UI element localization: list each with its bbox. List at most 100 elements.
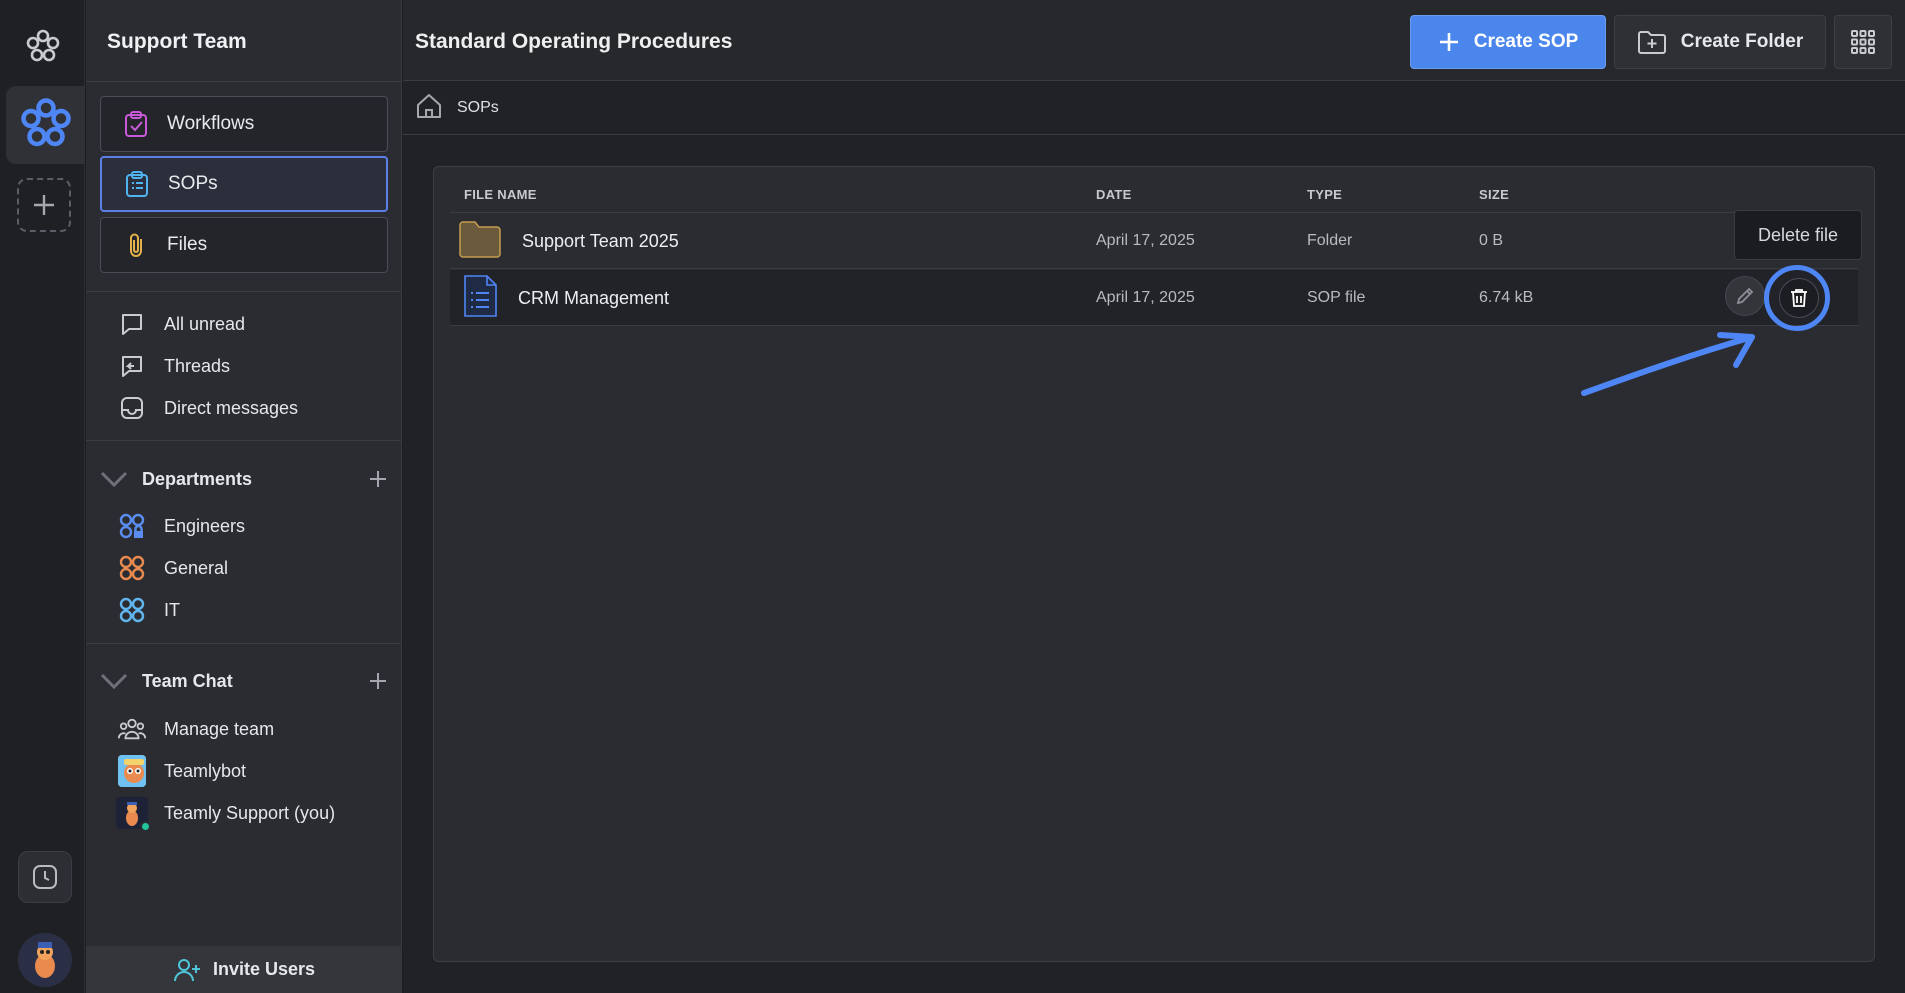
item-label: Teamly Support (you) xyxy=(164,802,336,823)
workspace-logo-icon xyxy=(19,96,73,155)
file-name-cell: Support Team 2025 xyxy=(458,213,679,269)
chevron-down-icon[interactable] xyxy=(98,669,130,693)
file-size: 0 B xyxy=(1479,232,1504,249)
divider xyxy=(86,440,402,441)
item-label: Manage team xyxy=(164,718,275,739)
item-label: All unread xyxy=(164,313,246,334)
workspace-support-team[interactable] xyxy=(6,86,85,164)
chat-manage-team[interactable]: Manage team xyxy=(118,713,274,745)
pencil-icon xyxy=(1736,287,1754,305)
file-date: April 17, 2025 xyxy=(1096,232,1195,249)
column-header-date[interactable]: DATE xyxy=(1096,187,1132,202)
nav-sops[interactable]: SOPs xyxy=(100,156,388,212)
inbox-threads[interactable]: Threads xyxy=(118,350,230,382)
page-title: Standard Operating Procedures xyxy=(415,30,733,53)
section-title: Departments xyxy=(142,468,253,489)
item-label: General xyxy=(164,557,229,578)
department-it[interactable]: IT xyxy=(118,594,180,626)
nav-label: SOPs xyxy=(168,173,218,194)
page-header: Standard Operating Procedures Create SOP… xyxy=(403,0,1905,81)
nav-workflows[interactable]: Workflows xyxy=(100,96,388,152)
department-engineers[interactable]: Engineers xyxy=(118,510,245,542)
workspace-rail xyxy=(0,0,85,993)
breadcrumb-current[interactable]: SOPs xyxy=(457,99,499,117)
chevron-down-icon[interactable] xyxy=(98,467,130,491)
plus-icon xyxy=(370,673,386,689)
inbox-direct-messages[interactable]: Direct messages xyxy=(118,392,298,424)
online-status-dot xyxy=(140,821,151,832)
file-type: Folder xyxy=(1307,232,1353,249)
history-button[interactable] xyxy=(18,851,72,903)
divider xyxy=(86,81,402,82)
nav-files[interactable]: Files xyxy=(100,217,388,273)
annotation-arrow xyxy=(1581,332,1755,396)
edit-file-button[interactable] xyxy=(1725,276,1765,316)
invite-users-button[interactable]: Invite Users xyxy=(86,946,402,993)
folder-plus-icon xyxy=(1637,31,1666,54)
create-folder-button[interactable]: Create Folder xyxy=(1614,15,1826,69)
file-date: April 17, 2025 xyxy=(1096,289,1195,306)
add-chat-button[interactable] xyxy=(366,669,390,693)
item-label: Direct messages xyxy=(164,397,299,418)
file-name-cell: CRM Management xyxy=(458,270,669,326)
departments-section-header[interactable]: Departments xyxy=(98,463,390,495)
file-type: SOP file xyxy=(1307,289,1366,306)
column-header-type[interactable]: TYPE xyxy=(1307,187,1342,202)
chat-self[interactable]: Teamly Support (you) xyxy=(116,797,336,832)
team-name: Support Team xyxy=(107,30,247,53)
clipboard-check-icon xyxy=(123,111,149,137)
inbox-icon xyxy=(118,394,146,422)
create-sop-button[interactable]: Create SOP xyxy=(1410,15,1606,69)
team-icon xyxy=(118,715,146,743)
paperclip-icon xyxy=(123,232,149,258)
bot-avatar xyxy=(118,755,146,787)
department-general[interactable]: General xyxy=(118,552,228,584)
file-name: CRM Management xyxy=(518,287,670,308)
grid-view-button[interactable] xyxy=(1834,15,1892,69)
add-workspace-button[interactable] xyxy=(17,178,71,232)
grid-icon xyxy=(1851,30,1875,54)
breadcrumb: SOPs xyxy=(403,82,1905,135)
file-name: Support Team 2025 xyxy=(522,230,679,251)
plus-icon xyxy=(370,471,386,487)
file-size: 6.74 kB xyxy=(1479,289,1534,306)
files-table: FILE NAME DATE TYPE SIZE Support Team 20… xyxy=(433,166,1875,962)
department-icon xyxy=(118,596,146,624)
delete-file-tooltip: Delete file xyxy=(1734,210,1862,260)
item-label: Threads xyxy=(164,355,231,376)
main-content: Standard Operating Procedures Create SOP… xyxy=(403,0,1905,993)
invite-label: Invite Users xyxy=(212,959,316,979)
divider xyxy=(86,291,402,292)
app-window: Support Team Workflows SOPs Files All un… xyxy=(0,0,1905,993)
nav-label: Workflows xyxy=(167,113,255,134)
department-locked-icon xyxy=(118,512,146,540)
plus-icon xyxy=(1439,33,1458,51)
clipboard-list-icon xyxy=(124,171,150,197)
inbox-all-unread[interactable]: All unread xyxy=(118,308,245,340)
table-row[interactable]: Support Team 2025 April 17, 2025 Folder … xyxy=(450,213,1858,269)
add-user-icon xyxy=(173,958,200,981)
highlight-ring xyxy=(1764,265,1830,331)
nav-label: Files xyxy=(167,234,208,255)
user-avatar[interactable] xyxy=(18,933,72,987)
button-label: Create SOP xyxy=(1473,31,1579,52)
section-title: Team Chat xyxy=(142,670,233,691)
chat-teamlybot[interactable]: Teamlybot xyxy=(118,755,246,787)
table-row[interactable]: CRM Management April 17, 2025 SOP file 6… xyxy=(450,270,1858,326)
team-chat-section-header[interactable]: Team Chat xyxy=(98,665,390,697)
divider xyxy=(86,643,402,644)
folder-icon xyxy=(458,219,502,264)
item-label: Teamlybot xyxy=(164,760,247,781)
department-icon xyxy=(118,554,146,582)
button-label: Create Folder xyxy=(1680,31,1804,52)
home-icon[interactable] xyxy=(415,92,443,125)
column-header-name[interactable]: FILE NAME xyxy=(464,187,537,202)
clock-icon xyxy=(33,865,57,889)
plus-icon xyxy=(34,195,54,215)
column-header-size[interactable]: SIZE xyxy=(1479,187,1509,202)
sidebar: Support Team Workflows SOPs Files All un… xyxy=(86,0,402,993)
app-logo-icon[interactable] xyxy=(22,22,64,70)
chat-bubble-icon xyxy=(118,310,146,338)
add-department-button[interactable] xyxy=(366,467,390,491)
item-label: Engineers xyxy=(164,515,246,536)
